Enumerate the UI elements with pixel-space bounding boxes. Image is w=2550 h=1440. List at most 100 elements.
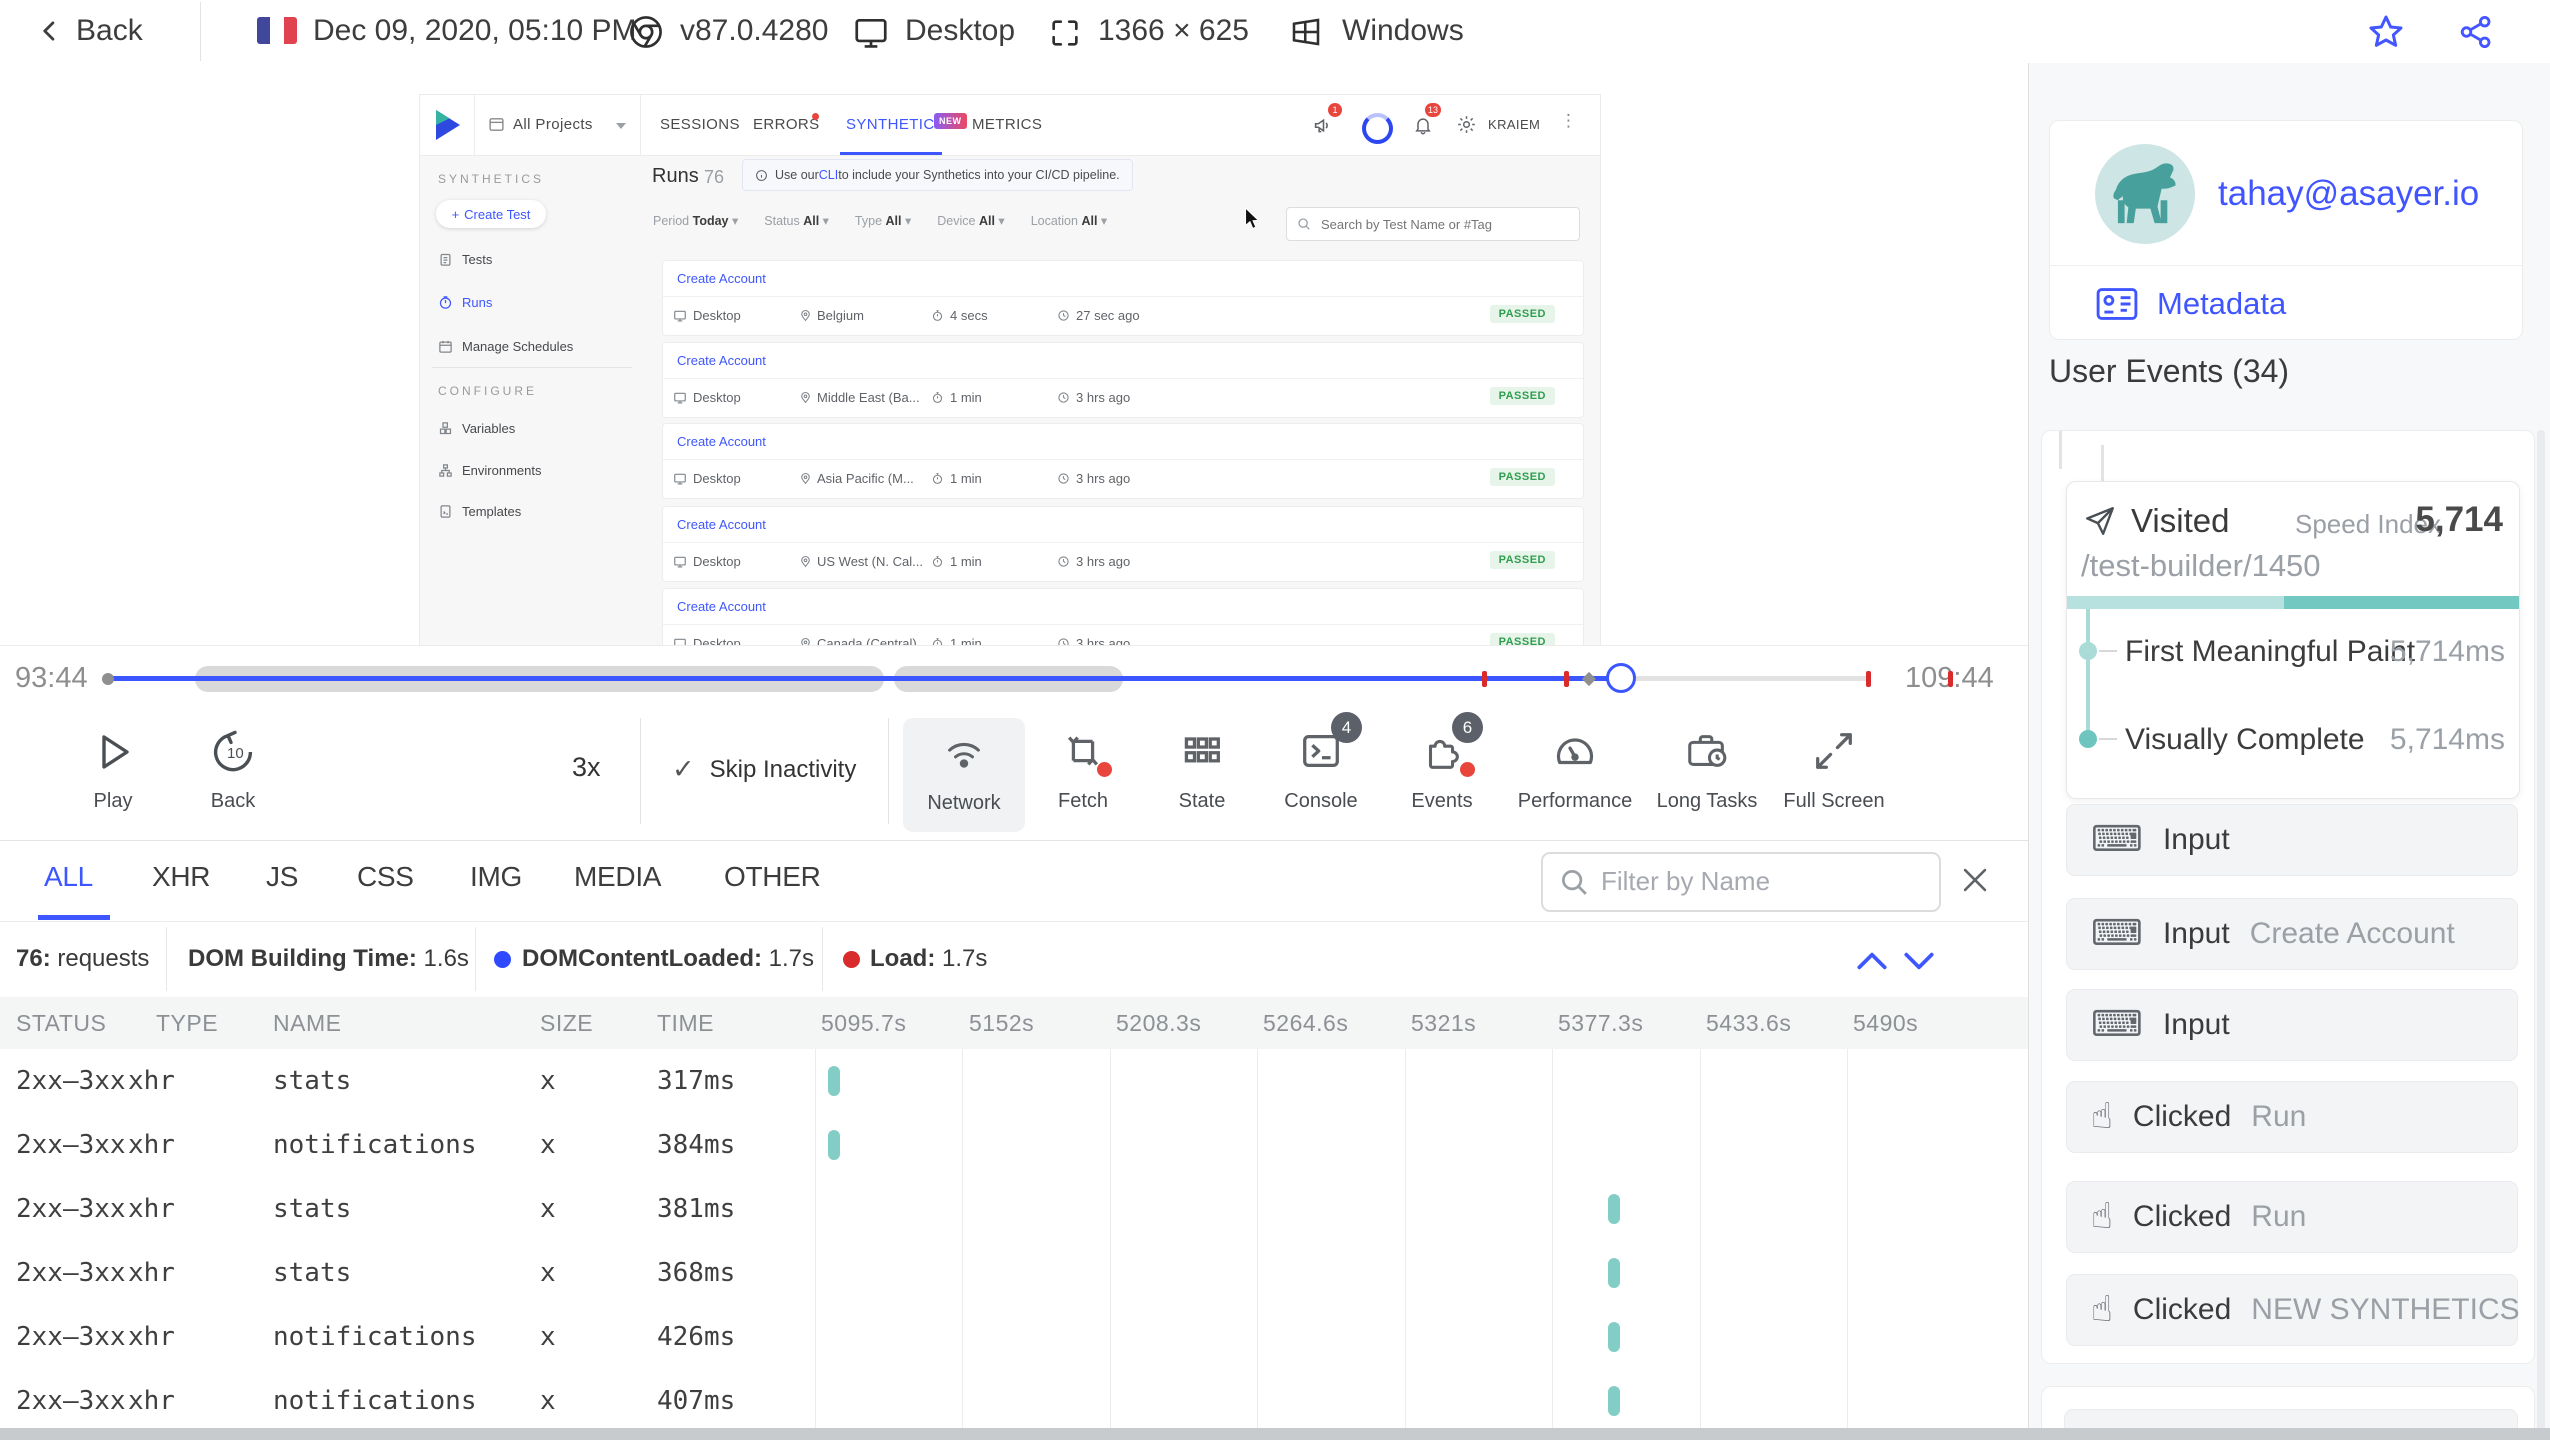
timeline-note-marker[interactable] (1581, 671, 1597, 687)
tab-xhr[interactable]: XHR (152, 861, 211, 893)
network-request-row[interactable]: 2xx–3xx xhr stats x 368ms (0, 1241, 2028, 1305)
cell-status: 2xx–3xx (16, 1322, 126, 1352)
tab-all[interactable]: ALL (44, 861, 93, 893)
share-icon[interactable] (2457, 13, 2495, 51)
window-bottom-scrollbar[interactable] (0, 1428, 2550, 1440)
run-ago: 3 hrs ago (1076, 636, 1131, 645)
filter-location[interactable]: Location All ▾ (1031, 213, 1107, 228)
settings-gear-icon[interactable] (1456, 114, 1477, 135)
col-name[interactable]: NAME (273, 997, 341, 1049)
test-search-box[interactable] (1286, 207, 1580, 241)
tab-sessions[interactable]: SESSIONS (660, 95, 740, 155)
state-toggle-button[interactable]: State (1141, 710, 1263, 840)
run-title-link[interactable]: Create Account (663, 589, 1583, 625)
event-item-clicked[interactable]: ☝ Clicked Run (2066, 1081, 2518, 1153)
run-title-link[interactable]: Create Account (663, 507, 1583, 543)
jump-next-icon[interactable] (1900, 949, 1938, 973)
event-item-input[interactable]: ⌨ Input (2066, 989, 2518, 1061)
timeline-event-marker[interactable] (1866, 671, 1871, 687)
favorite-star-icon[interactable] (2366, 12, 2406, 52)
app-logo-icon[interactable] (430, 107, 466, 143)
announcements-icon[interactable] (1313, 115, 1334, 136)
user-events-title: User Events (34) (2049, 353, 2290, 389)
col-time[interactable]: TIME (657, 997, 714, 1049)
run-card[interactable]: Create Account Desktop US West (N. Cal..… (662, 506, 1584, 582)
user-name[interactable]: KRAIEM (1488, 95, 1540, 155)
col-type[interactable]: TYPE (156, 997, 218, 1049)
cli-link[interactable]: CLI (819, 168, 838, 182)
events-toggle-button[interactable]: 6 Events (1381, 710, 1503, 840)
timeline-playhead[interactable] (1606, 663, 1636, 693)
run-card[interactable]: Create Account Desktop Belgium 4 secs 27… (662, 260, 1584, 336)
sidebar-item-variables[interactable]: Variables (438, 421, 515, 436)
timeline-progress[interactable] (108, 676, 1620, 681)
fetch-toggle-button[interactable]: Fetch (1022, 710, 1144, 840)
tab-synthetics[interactable]: SYNTHETICS (846, 95, 945, 155)
stopwatch-icon (932, 392, 943, 403)
performance-toggle-button[interactable]: Performance (1512, 710, 1638, 840)
tab-metrics[interactable]: METRICS (972, 95, 1042, 155)
speed-toggle[interactable]: 3x (572, 752, 601, 783)
timeline-event-marker[interactable] (1482, 671, 1487, 687)
event-item-clicked[interactable]: ☝ Clicked NEW SYNTHETICS (2066, 1274, 2520, 1346)
project-selector[interactable]: All Projects (513, 95, 593, 155)
network-request-row[interactable]: 2xx–3xx xhr notifications x 384ms (0, 1113, 2028, 1177)
network-request-row[interactable]: 2xx–3xx xhr notifications x 426ms (0, 1305, 2028, 1369)
tab-other[interactable]: OTHER (724, 861, 821, 893)
timeline-event-marker[interactable] (1564, 671, 1569, 687)
tab-media[interactable]: MEDIA (574, 861, 661, 893)
tab-errors[interactable]: ERRORS (753, 95, 820, 155)
event-item-input[interactable]: ⌨ Input Create Account (2066, 898, 2518, 970)
desktop-icon (674, 310, 686, 322)
run-title-link[interactable]: Create Account (663, 424, 1583, 460)
user-email-link[interactable]: tahay@asayer.io (2218, 174, 2479, 214)
metadata-button[interactable]: Metadata (2095, 286, 2286, 322)
sidebar-item-manage-schedules[interactable]: Manage Schedules (438, 339, 573, 354)
sidebar-item-templates[interactable]: Templates (438, 504, 521, 519)
events-count-badge: 6 (1452, 712, 1483, 743)
back-button[interactable]: Back (76, 0, 143, 62)
visually-complete-label: Visually Complete (2125, 723, 2365, 756)
sidebar-item-runs[interactable]: Runs (438, 295, 492, 310)
play-button[interactable]: Play (68, 710, 158, 840)
filter-type[interactable]: Type All ▾ (855, 213, 911, 228)
sidebar-scrollbar[interactable] (2537, 430, 2545, 1435)
filter-status[interactable]: Status All ▾ (764, 213, 829, 228)
event-item-clicked[interactable]: ☝ Clicked Run (2066, 1181, 2518, 1253)
col-size[interactable]: SIZE (540, 997, 593, 1049)
run-card[interactable]: Create Account Desktop Middle East (Ba..… (662, 342, 1584, 418)
more-menu-icon[interactable]: ⋮ (1560, 111, 1577, 131)
event-item-input[interactable]: ⌨ Input (2066, 804, 2518, 876)
sidebar-item-tests[interactable]: Tests (438, 252, 492, 267)
tab-img[interactable]: IMG (470, 861, 522, 893)
filter-search-box[interactable] (1541, 852, 1941, 912)
fullscreen-button[interactable]: Full Screen (1772, 710, 1896, 840)
tab-js[interactable]: JS (266, 861, 298, 893)
col-status[interactable]: STATUS (16, 997, 106, 1049)
visited-event-card[interactable]: Visited Speed Index 5,714 /test-builder/… (2066, 481, 2520, 799)
notifications-bell-icon[interactable] (1413, 115, 1433, 135)
run-title-link[interactable]: Create Account (663, 343, 1583, 379)
network-request-row[interactable]: 2xx–3xx xhr stats x 381ms (0, 1177, 2028, 1241)
run-card[interactable]: Create Account Desktop Canada (Central) … (662, 588, 1584, 645)
sidebar-item-environments[interactable]: Environments (438, 463, 541, 478)
long-tasks-toggle-button[interactable]: Long Tasks (1645, 710, 1769, 840)
skip-inactivity-toggle[interactable]: ✓ Skip Inactivity (672, 754, 856, 785)
network-toggle-button[interactable]: Network (903, 718, 1025, 832)
run-card[interactable]: Create Account Desktop Asia Pacific (M..… (662, 423, 1584, 499)
timeline-event-marker[interactable] (1948, 671, 1953, 687)
speed-index-value: 5,714 (2415, 500, 2503, 539)
filter-period[interactable]: Period Today ▾ (653, 213, 738, 228)
filter-device[interactable]: Device All ▾ (937, 213, 1004, 228)
briefcase-clock-icon (1645, 728, 1769, 774)
run-title-link[interactable]: Create Account (663, 261, 1583, 297)
console-toggle-button[interactable]: 4 Console (1260, 710, 1382, 840)
jump-previous-icon[interactable] (1853, 949, 1891, 973)
tab-css[interactable]: CSS (357, 861, 414, 893)
network-request-row[interactable]: 2xx–3xx xhr notifications x 407ms (0, 1369, 2028, 1433)
network-request-row[interactable]: 2xx–3xx xhr stats x 317ms (0, 1049, 2028, 1113)
close-panel-icon[interactable] (1958, 863, 1992, 897)
back-chevron-icon[interactable] (36, 17, 64, 45)
create-test-button[interactable]: + Create Test (436, 200, 546, 228)
back-10-button[interactable]: 10 Back (188, 710, 278, 840)
